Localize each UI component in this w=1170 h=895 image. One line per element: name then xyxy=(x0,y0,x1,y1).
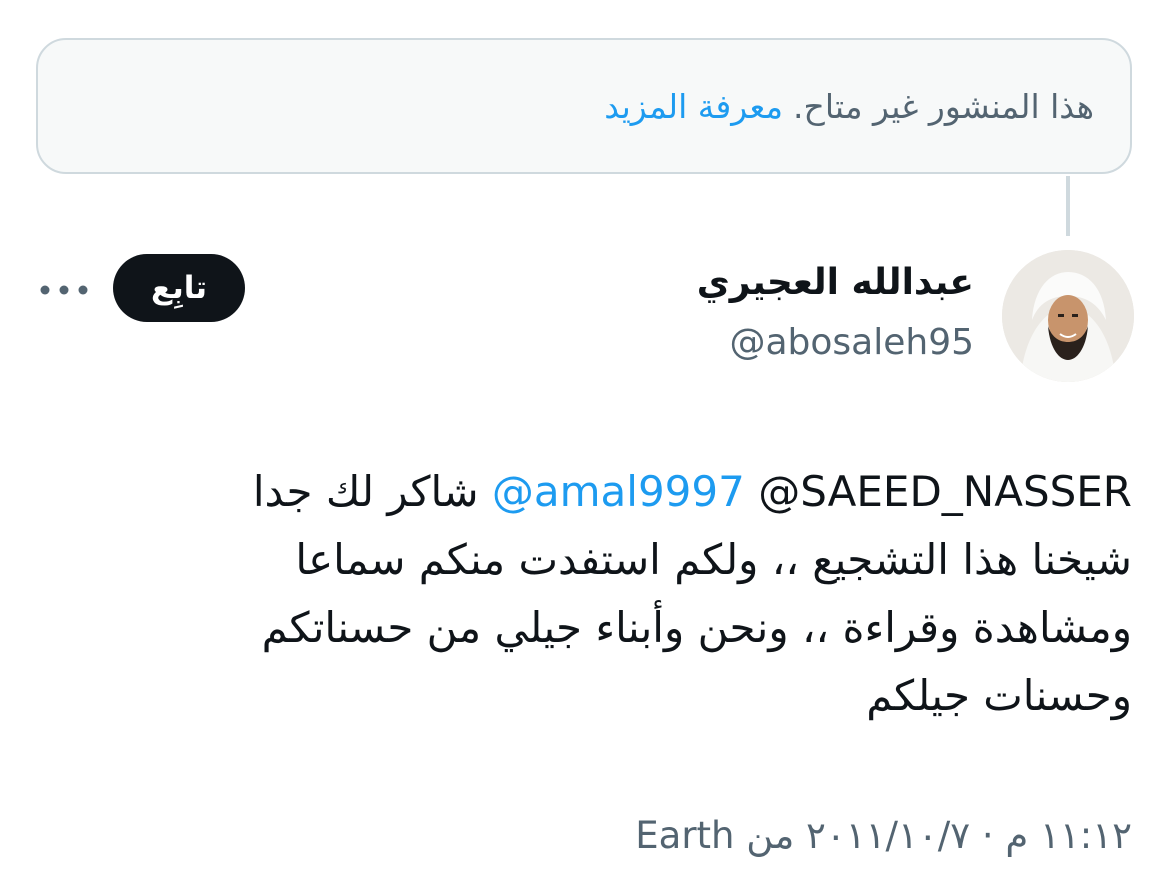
tweet-line-3: ومشاهدة وقراءة ،، ونحن وأبناء جيلي من حس… xyxy=(261,603,1132,652)
thread-connector-line xyxy=(1066,176,1070,236)
notice-text: هذا المنشور غير متاح. xyxy=(793,86,1094,126)
mention-link[interactable]: @amal9997 xyxy=(492,467,745,516)
tweet-line-2: شيخنا هذا التشجيع ،، ولكم استفدت منكم سم… xyxy=(295,535,1132,584)
learn-more-link[interactable]: معرفة المزيد xyxy=(604,87,783,126)
tweet-timestamp[interactable]: ١١:١٢ م · ٢٠١١/١٠/٧ xyxy=(806,814,1132,857)
tweet-line-1-text: شاكر لك جدا xyxy=(252,467,479,516)
source-prefix: من xyxy=(746,814,795,857)
follow-button[interactable]: تابِع xyxy=(113,254,245,322)
tweet-line-1: @SAEED_NASSER @amal9997 شاكر لك جدا xyxy=(122,458,1132,526)
author-handle[interactable]: @abosaleh95 xyxy=(729,322,974,363)
unavailable-post-notice: هذا المنشور غير متاح. معرفة المزيد xyxy=(36,38,1132,174)
tweet-meta: ١١:١٢ م · ٢٠١١/١٠/٧ من Earth xyxy=(635,814,1132,857)
tweet-line-4: وحسنات جيلكم xyxy=(866,671,1132,720)
reply-mention-saeed: @SAEED_NASSER xyxy=(758,467,1132,516)
tweet-source: Earth xyxy=(635,814,735,857)
tweet-text: @SAEED_NASSER @amal9997 شاكر لك جدا شيخن… xyxy=(122,458,1132,730)
avatar[interactable] xyxy=(1002,250,1134,382)
author-name[interactable]: عبدالله العجيري xyxy=(697,262,974,303)
more-options-icon[interactable] xyxy=(38,272,90,308)
avatar-image xyxy=(1002,250,1134,382)
ellipsis-icon xyxy=(40,285,88,295)
